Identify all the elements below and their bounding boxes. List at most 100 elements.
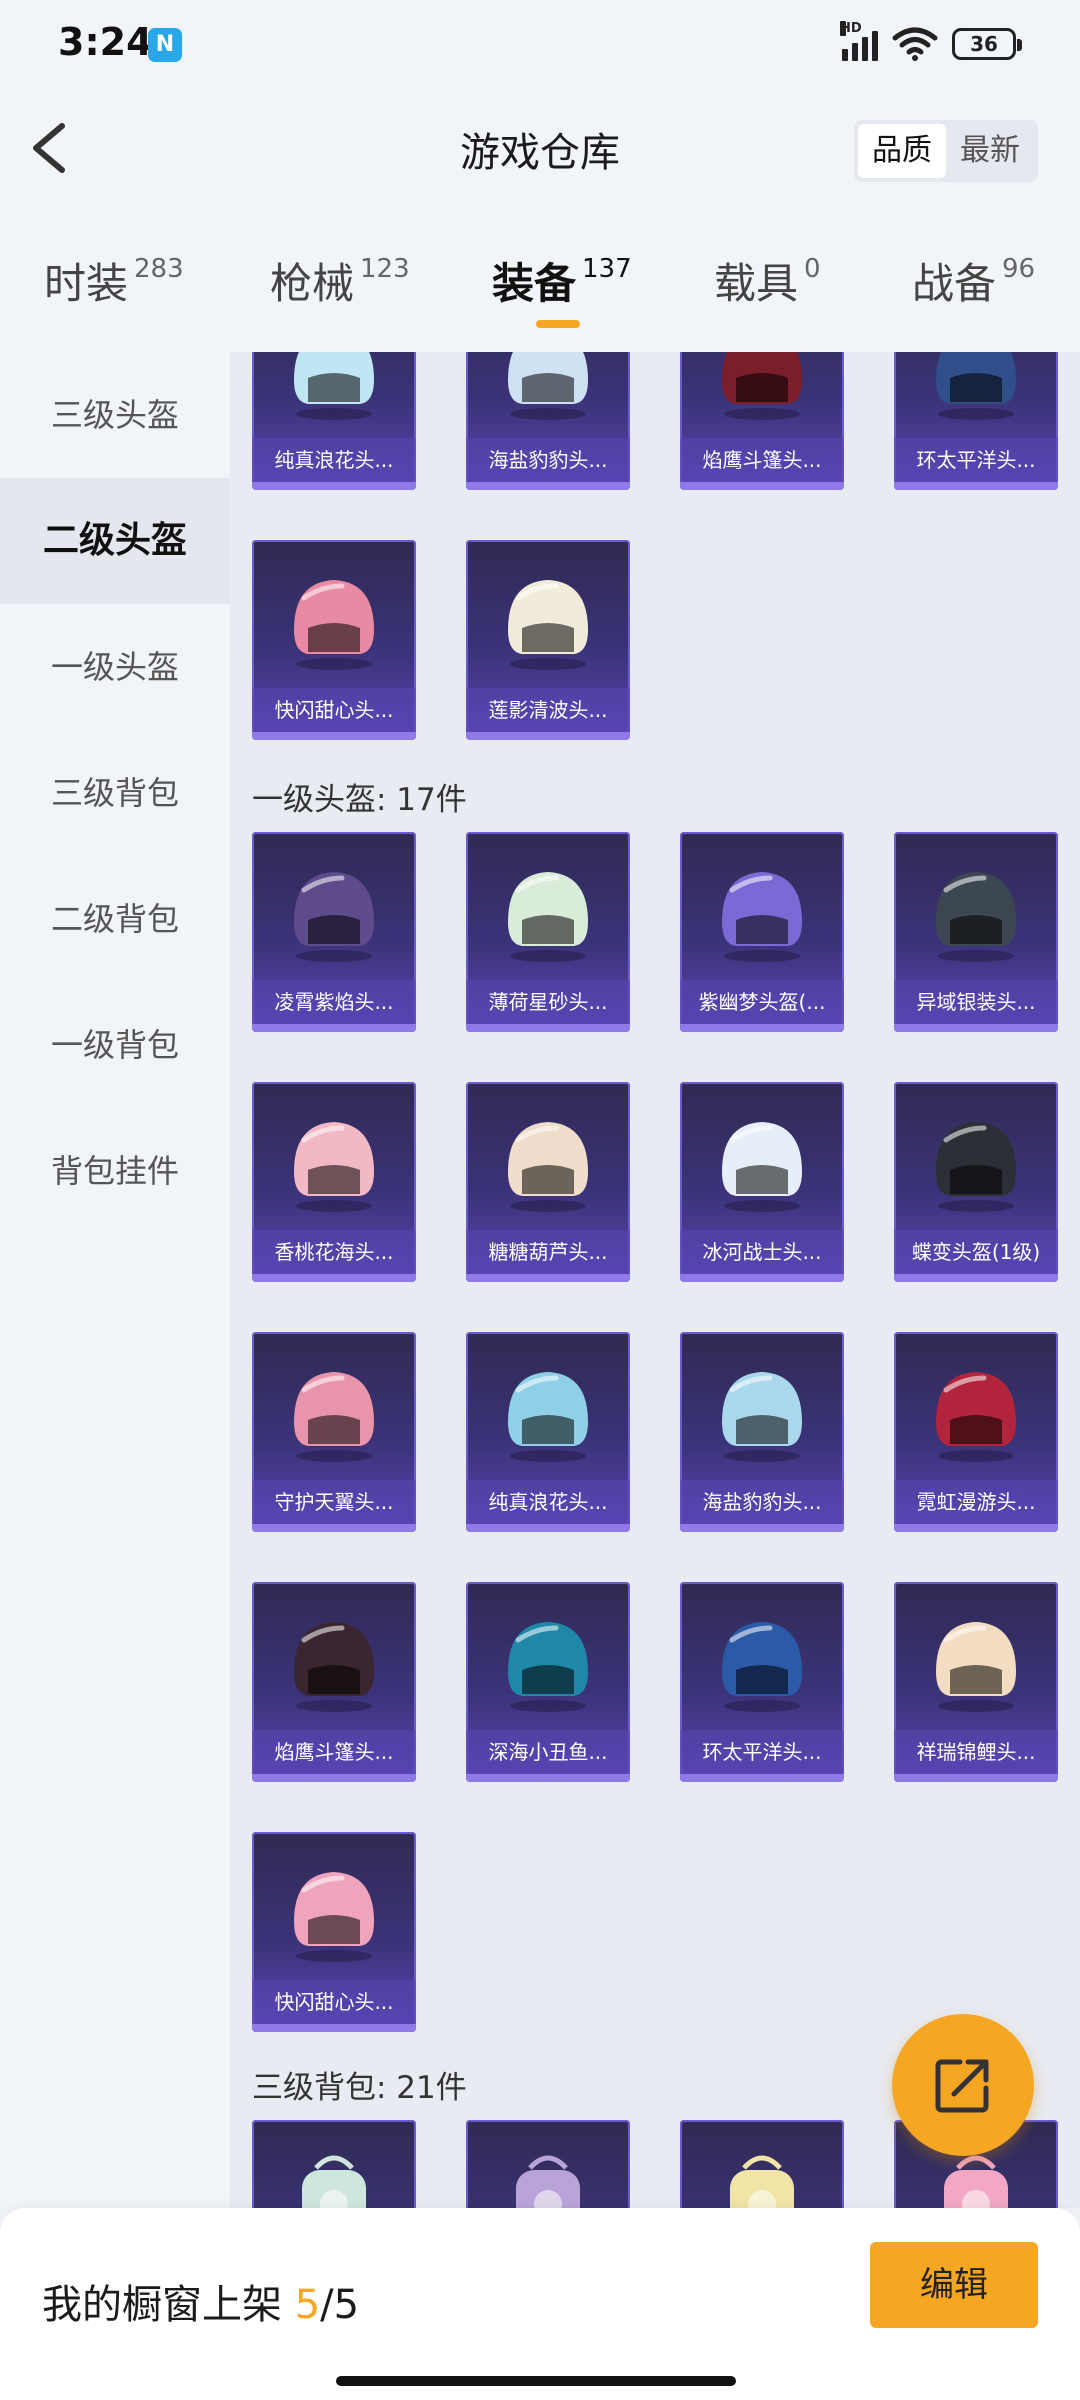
helmet-card[interactable]: 冰河战士头... bbox=[680, 1082, 844, 1282]
tab-vehicles[interactable]: 载具 0 bbox=[714, 250, 821, 311]
sort-option-newest[interactable]: 最新 bbox=[946, 124, 1034, 178]
share-icon bbox=[935, 2059, 989, 2113]
section-title-level1-helmet: 一级头盔: 17件 bbox=[252, 782, 467, 818]
sidebar-item-level2-backpack[interactable]: 二级背包 bbox=[0, 856, 230, 982]
card-quality-bar bbox=[252, 2024, 416, 2032]
section-title-level3-backpack: 三级背包: 21件 bbox=[252, 2070, 467, 2106]
card-quality-bar bbox=[894, 1774, 1058, 1782]
card-quality-bar bbox=[252, 482, 416, 490]
tab-count: 123 bbox=[360, 254, 410, 284]
tab-label: 时装 bbox=[44, 259, 129, 308]
active-tab-indicator bbox=[536, 320, 580, 328]
helmet-card[interactable]: 蝶变头盔(1级) bbox=[894, 1082, 1058, 1282]
sidebar-item-level2-helmet[interactable]: 二级头盔 bbox=[0, 478, 230, 604]
nfc-icon: N bbox=[148, 28, 182, 62]
sort-option-quality[interactable]: 品质 bbox=[858, 124, 946, 178]
helmet-card[interactable]: 快闪甜心头... bbox=[252, 1832, 416, 2032]
helmet-card[interactable]: 紫幽梦头盔(... bbox=[680, 832, 844, 1032]
helmet-card[interactable]: 海盐豹豹头... bbox=[680, 1332, 844, 1532]
card-quality-bar bbox=[252, 1774, 416, 1782]
helmet-card[interactable]: 快闪甜心头... bbox=[252, 540, 416, 740]
helmet-card[interactable]: 环太平洋头... bbox=[894, 352, 1058, 490]
showcase-status: 我的橱窗上架 5/5 bbox=[42, 2272, 359, 2330]
card-quality-bar bbox=[680, 482, 844, 490]
card-quality-bar bbox=[894, 482, 1058, 490]
helmet-card[interactable]: 霓虹漫游头... bbox=[894, 1332, 1058, 1532]
card-quality-bar bbox=[680, 1524, 844, 1532]
header: 游戏仓库 品质 最新 bbox=[0, 90, 1080, 210]
tab-label: 枪械 bbox=[270, 259, 355, 308]
helmet-card[interactable]: 香桃花海头... bbox=[252, 1082, 416, 1282]
card-quality-bar bbox=[466, 732, 630, 740]
item-name: 纯真浪花头... bbox=[252, 438, 416, 482]
card-quality-bar bbox=[894, 1024, 1058, 1032]
helmet-card[interactable]: 深海小丑鱼... bbox=[466, 1582, 630, 1782]
backpack-card[interactable] bbox=[252, 2120, 416, 2208]
helmet-card[interactable]: 薄荷星砂头... bbox=[466, 832, 630, 1032]
sidebar-item-level3-helmet[interactable]: 三级头盔 bbox=[0, 352, 230, 478]
helmet-card[interactable]: 纯真浪花头... bbox=[466, 1332, 630, 1532]
card-quality-bar bbox=[466, 1274, 630, 1282]
item-name: 环太平洋头... bbox=[894, 438, 1058, 482]
item-name: 深海小丑鱼... bbox=[466, 1730, 630, 1774]
tab-guns[interactable]: 枪械 123 bbox=[270, 250, 410, 311]
backpack-card[interactable] bbox=[680, 2120, 844, 2208]
tab-label: 战备 bbox=[912, 259, 997, 308]
edit-button[interactable]: 编辑 bbox=[870, 2242, 1038, 2328]
item-name: 凌霄紫焰头... bbox=[252, 980, 416, 1024]
card-quality-bar bbox=[252, 1274, 416, 1282]
backpack-icon bbox=[710, 2148, 814, 2208]
item-name: 守护天翼头... bbox=[252, 1480, 416, 1524]
card-quality-bar bbox=[680, 1774, 844, 1782]
sidebar-item-level1-helmet[interactable]: 一级头盔 bbox=[0, 604, 230, 730]
item-name: 冰河战士头... bbox=[680, 1230, 844, 1274]
card-quality-bar bbox=[252, 1024, 416, 1032]
signal-icon: HD bbox=[840, 21, 878, 61]
tab-count: 137 bbox=[582, 254, 632, 284]
helmet-card[interactable]: 凌霄紫焰头... bbox=[252, 832, 416, 1032]
card-quality-bar bbox=[466, 1024, 630, 1032]
item-name: 香桃花海头... bbox=[252, 1230, 416, 1274]
helmet-icon bbox=[496, 1110, 600, 1214]
helmet-card[interactable]: 异域银装头... bbox=[894, 832, 1058, 1032]
tab-supplies[interactable]: 战备 96 bbox=[912, 250, 1035, 311]
card-quality-bar bbox=[252, 732, 416, 740]
showcase-label: 我的橱窗上架 bbox=[42, 2282, 295, 2328]
sidebar-item-level3-backpack[interactable]: 三级背包 bbox=[0, 730, 230, 856]
helmet-icon bbox=[924, 1610, 1028, 1714]
helmet-icon bbox=[924, 860, 1028, 964]
card-quality-bar bbox=[894, 1524, 1058, 1532]
helmet-icon bbox=[710, 352, 814, 422]
backpack-card[interactable] bbox=[466, 2120, 630, 2208]
item-name: 异域银装头... bbox=[894, 980, 1058, 1024]
helmet-card[interactable]: 守护天翼头... bbox=[252, 1332, 416, 1532]
helmet-card[interactable]: 焰鹰斗篷头... bbox=[680, 352, 844, 490]
helmet-card[interactable]: 环太平洋头... bbox=[680, 1582, 844, 1782]
category-tabs: 时装 283 枪械 123 装备 137 载具 0 战备 96 bbox=[0, 250, 1080, 340]
item-name: 环太平洋头... bbox=[680, 1730, 844, 1774]
sidebar: 三级头盔 二级头盔 一级头盔 三级背包 二级背包 一级背包 背包挂件 bbox=[0, 352, 230, 2208]
share-button[interactable] bbox=[892, 2014, 1034, 2156]
backpack-icon bbox=[496, 2148, 600, 2208]
helmet-icon bbox=[496, 1360, 600, 1464]
helmet-card[interactable]: 莲影清波头... bbox=[466, 540, 630, 740]
sidebar-item-backpack-charm[interactable]: 背包挂件 bbox=[0, 1108, 230, 1234]
item-name: 莲影清波头... bbox=[466, 688, 630, 732]
helmet-icon bbox=[282, 860, 386, 964]
tab-count: 96 bbox=[1002, 254, 1036, 284]
helmet-icon bbox=[282, 352, 386, 422]
helmet-card[interactable]: 祥瑞锦鲤头... bbox=[894, 1582, 1058, 1782]
item-name: 纯真浪花头... bbox=[466, 1480, 630, 1524]
helmet-card[interactable]: 焰鹰斗篷头... bbox=[252, 1582, 416, 1782]
tab-fashion[interactable]: 时装 283 bbox=[44, 250, 184, 311]
tab-equipment[interactable]: 装备 137 bbox=[492, 250, 632, 311]
helmet-card[interactable]: 糖糖葫芦头... bbox=[466, 1082, 630, 1282]
item-name: 快闪甜心头... bbox=[252, 1980, 416, 2024]
helmet-card[interactable]: 海盐豹豹头... bbox=[466, 352, 630, 490]
helmet-card[interactable]: 纯真浪花头... bbox=[252, 352, 416, 490]
tab-count: 283 bbox=[134, 254, 184, 284]
sidebar-item-level1-backpack[interactable]: 一级背包 bbox=[0, 982, 230, 1108]
battery-icon: 36 bbox=[952, 28, 1022, 60]
tab-label: 载具 bbox=[714, 259, 799, 308]
card-quality-bar bbox=[252, 1524, 416, 1532]
